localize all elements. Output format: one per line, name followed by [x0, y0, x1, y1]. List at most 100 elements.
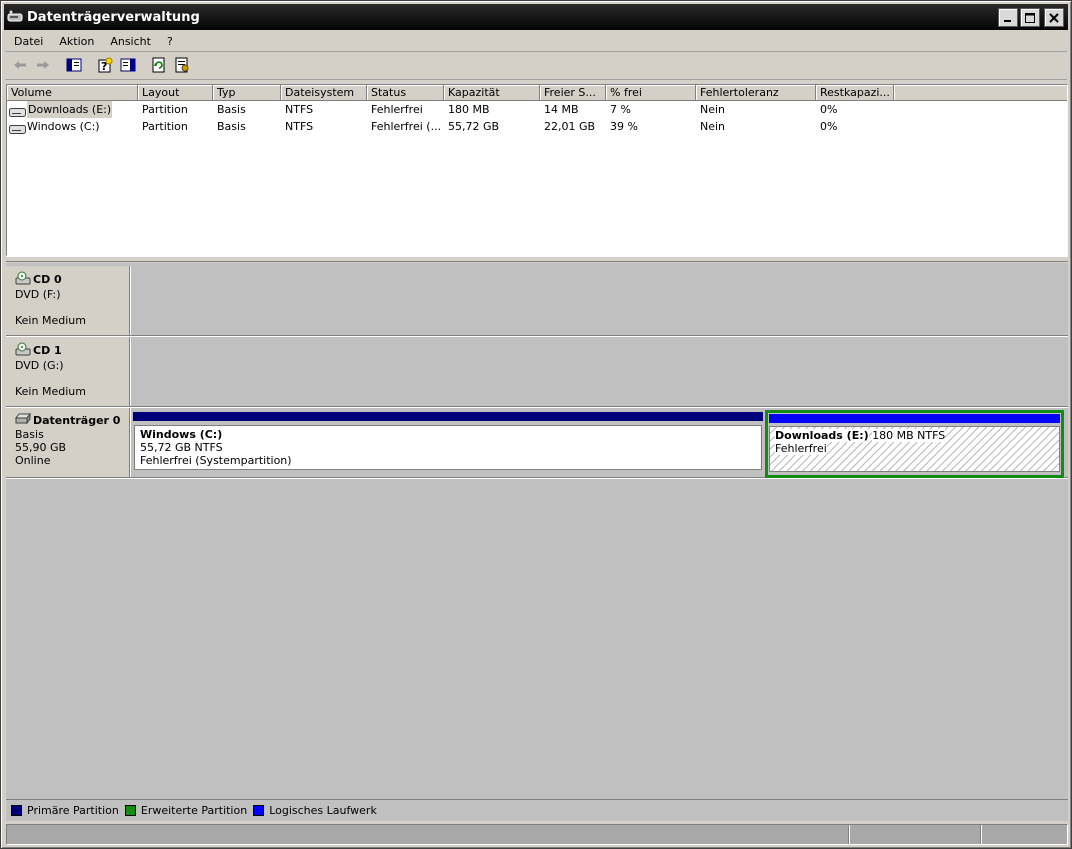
- disk-row-cd1[interactable]: CD 1 DVD (G:) Kein Medium: [6, 337, 1068, 407]
- legend-swatch: [11, 805, 22, 816]
- disk-info[interactable]: Datenträger 0 Basis 55,90 GB Online: [6, 408, 130, 477]
- show-hide-console-tree-button[interactable]: [63, 56, 85, 78]
- volume-fehlertoleranz: Nein: [700, 120, 726, 133]
- legend: Primäre Partition Erweiterte Partition L…: [6, 799, 1068, 821]
- column-header-layout[interactable]: Layout: [138, 85, 213, 101]
- disk-detail-3: Online: [15, 454, 51, 467]
- partition-size: 55,72 GB NTFS: [140, 441, 223, 454]
- disk-detail-2: [15, 301, 129, 314]
- column-header-typ[interactable]: Typ: [213, 85, 281, 101]
- forward-arrow-icon: [35, 57, 51, 76]
- pane-splitter[interactable]: [6, 256, 1068, 262]
- refresh-button[interactable]: [148, 56, 170, 78]
- volume-prozent-frei: 7 %: [610, 103, 631, 116]
- volume-status: Fehlerfrei: [371, 103, 423, 116]
- disk-detail-1: Basis: [15, 428, 44, 441]
- disk-info[interactable]: CD 1 DVD (G:) Kein Medium: [6, 337, 130, 406]
- properties-icon: [174, 57, 190, 76]
- status-bar-cell: [981, 825, 1067, 844]
- disk-row-cd0[interactable]: CD 0 DVD (F:) Kein Medium: [6, 266, 1068, 336]
- column-header-status[interactable]: Status: [367, 85, 444, 101]
- disk-detail-2: 55,90 GB: [15, 441, 67, 454]
- legend-item: Erweiterte Partition: [124, 804, 248, 817]
- partition-color-bar: [769, 414, 1060, 423]
- partition-status: Fehlerfrei (Systempartition): [140, 454, 292, 467]
- disk-info[interactable]: CD 0 DVD (F:) Kein Medium: [6, 266, 130, 335]
- partition-name: Downloads (E:): [775, 429, 869, 442]
- legend-item: Primäre Partition: [11, 804, 119, 817]
- show-hide-console-tree-icon: [66, 58, 82, 75]
- volume-restkapazitaet: 0%: [820, 120, 838, 133]
- partition-size: 180 MB NTFS: [872, 429, 946, 442]
- column-header-fehlertoleranz[interactable]: Fehlertoleranz: [696, 85, 816, 101]
- disk-row-disk0[interactable]: Datenträger 0 Basis 55,90 GB Online Wind…: [6, 408, 1068, 478]
- toolbar: ?: [5, 54, 1067, 80]
- disk-area: Windows (C:) 55,72 GB NTFS Fehlerfrei (S…: [132, 408, 1068, 478]
- volume-freier-speicher: 14 MB: [544, 103, 579, 116]
- close-icon: [1049, 12, 1059, 23]
- maximize-button[interactable]: [1020, 8, 1040, 27]
- volume-list: Volume Layout Typ Dateisystem Status Kap…: [6, 84, 1068, 256]
- volume-kapazitaet: 180 MB: [448, 103, 490, 116]
- column-header-restkapazitaet[interactable]: Restkapazi...: [816, 85, 894, 101]
- menu-datei[interactable]: Datei: [5, 35, 51, 48]
- volume-status: Fehlerfrei (...: [371, 120, 442, 133]
- column-header-kapazitaet[interactable]: Kapazität: [444, 85, 540, 101]
- menu-bar: Datei Aktion Ansicht ?: [5, 32, 1067, 52]
- show-hide-action-pane-button[interactable]: [117, 56, 139, 78]
- volume-name: Downloads (E:): [27, 101, 113, 118]
- disk-area: [132, 337, 1068, 406]
- close-button[interactable]: [1044, 8, 1064, 27]
- volume-fehlertoleranz: Nein: [700, 103, 726, 116]
- help-button[interactable]: ?: [94, 56, 116, 78]
- volume-dateisystem: NTFS: [285, 120, 314, 133]
- forward-button[interactable]: [32, 56, 54, 78]
- volume-row[interactable]: Downloads (E:) Partition Basis NTFS Fehl…: [7, 101, 1067, 118]
- volume-typ: Basis: [217, 103, 246, 116]
- volume-restkapazitaet: 0%: [820, 103, 838, 116]
- properties-button[interactable]: [171, 56, 193, 78]
- title-bar[interactable]: Datenträgerverwaltung: [4, 4, 1068, 30]
- column-header-freier-speicher[interactable]: Freier S...: [540, 85, 606, 101]
- volume-row[interactable]: Windows (C:) Partition Basis NTFS Fehler…: [7, 118, 1067, 135]
- show-hide-action-pane-icon: [120, 58, 136, 75]
- cd-drive-icon: [15, 342, 31, 359]
- disk-detail-1: DVD (G:): [15, 359, 64, 372]
- window: Datenträgerverwaltung Datei Aktion Ansic…: [0, 0, 1072, 849]
- disk-title: Datenträger 0: [33, 414, 121, 427]
- window-title: Datenträgerverwaltung: [27, 9, 200, 25]
- disk-area: [132, 266, 1068, 335]
- status-bar-cell: [7, 825, 849, 844]
- disk-detail-3: Kein Medium: [15, 385, 86, 398]
- legend-label: Logisches Laufwerk: [269, 804, 377, 817]
- back-button[interactable]: [9, 56, 31, 78]
- disk-detail-1: DVD (F:): [15, 288, 61, 301]
- legend-label: Erweiterte Partition: [140, 804, 248, 817]
- disk-title: CD 0: [33, 273, 62, 286]
- menu-aktion[interactable]: Aktion: [51, 35, 102, 48]
- disk-title: CD 1: [33, 344, 62, 357]
- partition-color-bar: [133, 412, 763, 421]
- volume-layout: Partition: [142, 103, 188, 116]
- legend-item: Logisches Laufwerk: [253, 804, 377, 817]
- back-arrow-icon: [12, 57, 28, 76]
- help-icon: ?: [97, 57, 113, 76]
- column-header-dateisystem[interactable]: Dateisystem: [281, 85, 367, 101]
- partition-downloads-e[interactable]: Downloads (E:) 180 MB NTFS Fehlerfrei: [765, 410, 1064, 478]
- hard-disk-icon: [15, 412, 31, 428]
- minimize-button[interactable]: [998, 8, 1018, 27]
- partition-status: Fehlerfrei: [775, 442, 827, 455]
- minimize-icon: [1003, 13, 1013, 23]
- partition-windows-c[interactable]: Windows (C:) 55,72 GB NTFS Fehlerfrei (S…: [133, 412, 763, 474]
- refresh-icon: [151, 57, 167, 76]
- status-bar: [6, 824, 1068, 845]
- column-header-volume[interactable]: Volume: [7, 85, 138, 101]
- menu-help[interactable]: ?: [159, 35, 181, 48]
- partition-body: Windows (C:) 55,72 GB NTFS Fehlerfrei (S…: [134, 425, 762, 470]
- column-header-prozent-frei[interactable]: % frei: [606, 85, 696, 101]
- legend-label: Primäre Partition: [27, 804, 119, 817]
- cd-drive-icon: [15, 271, 31, 288]
- disk-management-icon: [7, 10, 23, 24]
- menu-ansicht[interactable]: Ansicht: [102, 35, 159, 48]
- status-bar-cell: [849, 825, 981, 844]
